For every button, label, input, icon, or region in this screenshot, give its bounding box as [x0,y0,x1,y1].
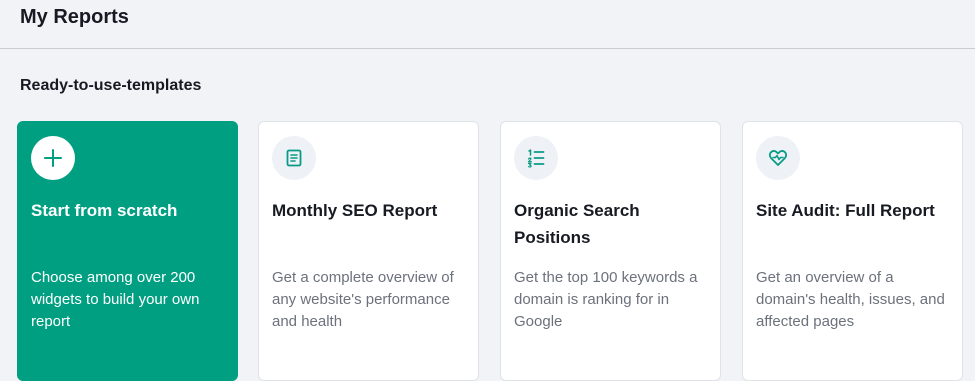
card-title: Start from scratch [31,201,178,220]
card-title: Site Audit: Full Report [756,201,935,220]
template-card-monthly-seo-report[interactable]: Monthly SEO Report Get a complete overvi… [258,121,479,381]
template-card-site-audit-full-report[interactable]: Site Audit: Full Report Get an overview … [742,121,963,381]
document-icon [272,136,316,180]
card-description: Get an overview of a domain's health, is… [756,269,945,330]
card-title: Organic Search Positions [514,201,640,247]
section-title: Ready-to-use-templates [20,77,202,94]
heart-pulse-icon [756,136,800,180]
card-description: Choose among over 200 widgets to build y… [31,269,200,330]
template-card-start-from-scratch[interactable]: Start from scratch Choose among over 200… [17,121,238,381]
page-title: My Reports [20,6,129,28]
plus-icon [31,136,75,180]
card-title: Monthly SEO Report [272,201,438,220]
card-description: Get a complete overview of any website's… [272,269,454,330]
card-description: Get the top 100 keywords a domain is ran… [514,269,698,330]
page-header: My Reports [0,0,975,49]
template-card-organic-search-positions[interactable]: Organic Search Positions Get the top 100… [500,121,721,381]
numbered-list-icon [514,136,558,180]
